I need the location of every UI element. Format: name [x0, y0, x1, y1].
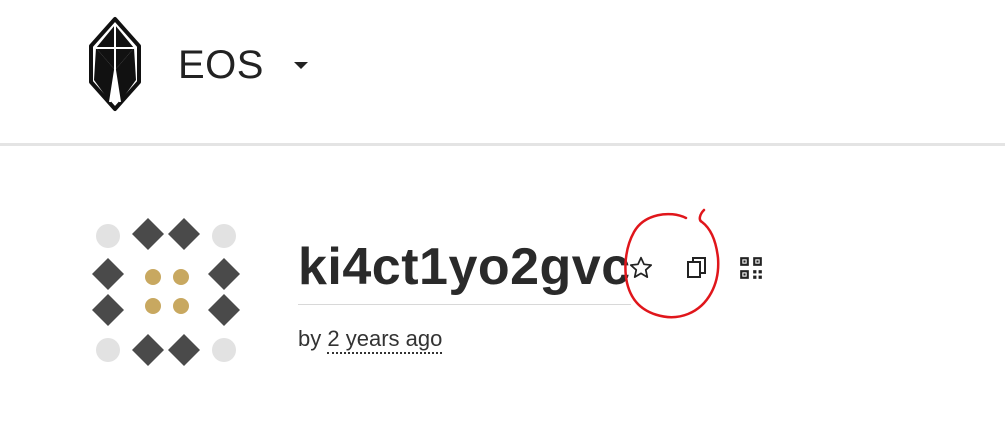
network-selector[interactable]: EOS	[178, 40, 308, 90]
created-time[interactable]: 2 years ago	[327, 326, 443, 354]
qr-code-button[interactable]	[736, 253, 766, 283]
favorite-button[interactable]	[626, 253, 656, 283]
caret-down-icon	[293, 61, 308, 69]
account-name: ki4ct1yo2gvc	[298, 236, 631, 305]
qr-code-icon	[740, 257, 762, 279]
copy-button[interactable]	[682, 253, 712, 283]
account-meta: by 2 years ago	[298, 326, 443, 354]
account-title: ki4ct1yo2gvc	[298, 236, 631, 305]
copy-icon	[687, 257, 706, 278]
identicon-avatar	[92, 218, 240, 366]
top-bar: EOS	[0, 0, 1005, 143]
eos-logo-icon[interactable]	[86, 16, 144, 112]
by-label: by	[298, 326, 322, 351]
star-outline-icon	[629, 256, 653, 278]
header-divider	[0, 143, 1005, 146]
account-actions	[626, 250, 766, 286]
network-label: EOS	[178, 42, 264, 87]
